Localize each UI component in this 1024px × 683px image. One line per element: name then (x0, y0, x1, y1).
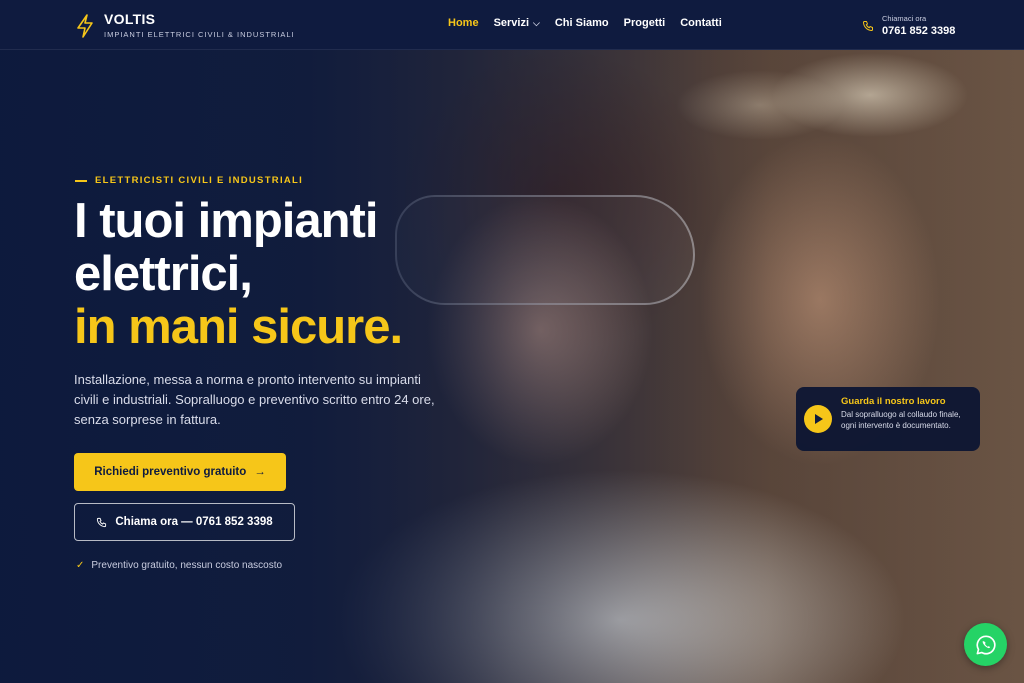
nav-item-contatti[interactable]: Contatti (680, 17, 722, 29)
nav-item-home[interactable]: Home (448, 17, 479, 29)
phone-icon (863, 20, 873, 31)
check-icon: ✓ (76, 560, 85, 571)
video-card[interactable]: Guarda il nostro lavoro Dal sopralluogo … (796, 387, 980, 451)
header-phone-link[interactable]: Chiamaci ora 0761 852 3398 (862, 14, 955, 37)
request-quote-button[interactable]: Richiedi preventivo gratuito → (74, 453, 286, 491)
site-header: VOLTIS IMPIANTI ELETTRICI CIVILI & INDUS… (0, 0, 1024, 50)
hero-note: ✓ Preventivo gratuito, nessun costo nasc… (76, 560, 283, 571)
chevron-down-icon: ⌵ (533, 17, 540, 28)
phone-number: 0761 852 3398 (882, 25, 956, 37)
phone-label: Chiamaci ora (882, 14, 927, 23)
phone-icon (97, 517, 107, 527)
logo[interactable]: VOLTIS IMPIANTI ELETTRICI CIVILI & INDUS… (76, 12, 295, 39)
video-card-subtitle: Dal sopralluogo al collaudo finale, ogni… (841, 410, 961, 430)
main-nav: Home Servizi ⌵ Chi Siamo Progetti Contatt… (448, 17, 722, 29)
hero-title: I tuoi impianti elettrici, in mani sicur… (74, 194, 403, 354)
hero-eyebrow: ELETTRICISTI CIVILI E INDUSTRIALI (75, 175, 303, 186)
whatsapp-button[interactable] (964, 623, 1007, 666)
nav-item-progetti[interactable]: Progetti (624, 17, 666, 29)
brand-name: VOLTIS (104, 11, 156, 27)
hero-title-line1: I tuoi impianti (74, 194, 378, 248)
call-now-button[interactable]: Chiama ora — 0761 852 3398 (74, 503, 295, 541)
nav-item-servizi[interactable]: Servizi ⌵ (494, 17, 540, 29)
lightning-bolt-icon (77, 13, 93, 38)
video-card-title: Guarda il nostro lavoro (841, 396, 946, 407)
hero-title-line2: elettrici, (74, 247, 253, 301)
play-icon[interactable] (804, 405, 832, 433)
nav-item-chi-siamo[interactable]: Chi Siamo (555, 17, 609, 29)
eyebrow-line (75, 179, 87, 182)
arrow-right-icon: → (254, 466, 266, 478)
whatsapp-icon (975, 634, 996, 655)
brand-tagline: IMPIANTI ELETTRICI CIVILI & INDUSTRIALI (104, 30, 295, 39)
hero-description: Installazione, messa a norma e pronto in… (74, 372, 435, 427)
hero-title-highlight: in mani sicure. (74, 300, 403, 354)
